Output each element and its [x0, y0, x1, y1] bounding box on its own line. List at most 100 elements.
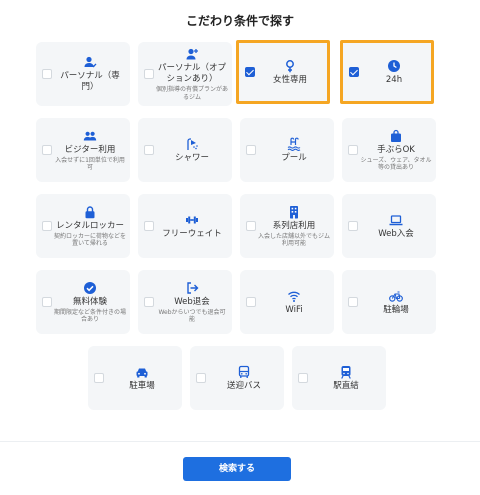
- checkbox-shuttle[interactable]: [196, 373, 206, 383]
- card-description: 個別指導の有償プランがあるジム: [156, 86, 229, 101]
- card-content: フリーウェイト: [156, 194, 228, 258]
- card-content: 系列店利用 入会した店舗以外でもジム利用可能: [258, 194, 330, 258]
- checkbox-web-join[interactable]: [348, 221, 358, 231]
- checkbox-free-weight[interactable]: [144, 221, 154, 231]
- checkbox-station[interactable]: [298, 373, 308, 383]
- checkbox-personal-exclusive[interactable]: [42, 69, 52, 79]
- female-icon: [283, 59, 297, 73]
- condition-card-personal-option[interactable]: パーソナル（オプションあり） 個別指導の有償プランがあるジム: [138, 42, 232, 106]
- condition-card-shuttle[interactable]: 送迎バス: [190, 346, 284, 410]
- card-content: シャワー: [156, 118, 228, 182]
- checkbox-empty-handed[interactable]: [348, 145, 358, 155]
- bag-icon: [389, 129, 403, 143]
- lock-icon: [83, 205, 97, 219]
- card-label: フリーウェイト: [162, 228, 222, 239]
- condition-card-web-cancel[interactable]: Web退会 Webからいつでも退会可能: [138, 270, 232, 334]
- dumbbell-icon: [185, 213, 199, 227]
- car-icon: [135, 365, 149, 379]
- bus-icon: [237, 365, 251, 379]
- checkbox-web-cancel[interactable]: [144, 297, 154, 307]
- person-check-icon: [83, 55, 97, 69]
- card-label: 女性専用: [272, 74, 307, 85]
- card-label: WiFi: [285, 304, 303, 315]
- condition-card-wifi[interactable]: WiFi: [240, 270, 334, 334]
- card-content: 駐輪場: [360, 270, 432, 334]
- checkbox-affiliate[interactable]: [246, 221, 256, 231]
- condition-card-women-only[interactable]: 女性専用: [236, 40, 330, 104]
- checkbox-shower[interactable]: [144, 145, 154, 155]
- laptop-icon: [389, 213, 403, 227]
- card-content: Web入会: [360, 194, 432, 258]
- card-label: 系列店利用: [272, 220, 316, 231]
- card-content: 送迎バス: [208, 346, 280, 410]
- card-description: 入会せずに1回単位で利用可: [55, 156, 125, 172]
- bicycle-icon: [389, 289, 403, 303]
- condition-card-personal-exclusive[interactable]: パーソナル（専門）: [36, 42, 130, 106]
- checkbox-parking[interactable]: [94, 373, 104, 383]
- group-icon: [83, 129, 97, 143]
- card-content: パーソナル（オプションあり） 個別指導の有償プランがあるジム: [156, 42, 228, 106]
- checkbox-free-trial[interactable]: [42, 297, 52, 307]
- card-content: Web退会 Webからいつでも退会可能: [156, 270, 228, 334]
- card-content: プール: [258, 118, 330, 182]
- card-content: 駐車場: [106, 346, 178, 410]
- card-label: シャワー: [174, 152, 209, 163]
- condition-card-station[interactable]: 駅直結: [292, 346, 386, 410]
- card-label: 駐車場: [129, 380, 155, 391]
- checkbox-bike-parking[interactable]: [348, 297, 358, 307]
- card-description: 契約ロッカーに荷物などを置いて帰れる: [54, 232, 127, 248]
- card-label: 送迎バス: [226, 380, 261, 391]
- checkbox-wifi[interactable]: [246, 297, 256, 307]
- checkbox-visitor[interactable]: [42, 145, 52, 155]
- pool-icon: [287, 137, 301, 151]
- wifi-icon: [287, 289, 301, 303]
- condition-card-visitor[interactable]: ビジター利用 入会せずに1回単位で利用可: [36, 118, 130, 182]
- card-content: WiFi: [258, 270, 330, 334]
- clock-icon: [387, 59, 401, 73]
- card-label: Web入会: [378, 228, 414, 239]
- building-icon: [287, 205, 301, 219]
- card-content: 手ぶらOK シューズ、ウェア、タオル等の貸出あり: [360, 118, 432, 182]
- condition-card-24h[interactable]: 24h: [340, 40, 434, 104]
- condition-card-free-trial[interactable]: 無料体験 期間限定など条件付きの場合あり: [36, 270, 130, 334]
- card-label: 24h: [385, 74, 403, 85]
- condition-card-affiliate[interactable]: 系列店利用 入会した店舗以外でもジム利用可能: [240, 194, 334, 258]
- card-content: 駅直結: [310, 346, 382, 410]
- page-title: こだわり条件で探す: [185, 14, 294, 28]
- condition-card-web-join[interactable]: Web入会: [342, 194, 436, 258]
- condition-card-bike-parking[interactable]: 駐輪場: [342, 270, 436, 334]
- card-label: 駅直結: [333, 380, 359, 391]
- card-label: ビジター利用: [64, 144, 116, 155]
- checkbox-24h[interactable]: [349, 67, 359, 77]
- card-content: レンタルロッカー 契約ロッカーに荷物などを置いて帰れる: [54, 194, 126, 258]
- card-description: シューズ、ウェア、タオル等の貸出あり: [360, 156, 432, 172]
- check-circle-icon: [83, 281, 97, 295]
- condition-card-parking[interactable]: 駐車場: [88, 346, 182, 410]
- search-button[interactable]: 検索する: [183, 457, 291, 481]
- card-label: 駐輪場: [383, 304, 409, 315]
- card-content: パーソナル（専門）: [54, 42, 126, 106]
- shower-icon: [185, 137, 199, 151]
- train-icon: [339, 365, 353, 379]
- checkbox-personal-option[interactable]: [144, 69, 154, 79]
- card-label: 手ぶらOK: [377, 144, 415, 155]
- logout-icon: [185, 281, 199, 295]
- card-label: Web退会: [174, 296, 210, 307]
- card-description: 入会した店舗以外でもジム利用可能: [258, 232, 331, 248]
- condition-card-rental-locker[interactable]: レンタルロッカー 契約ロッカーに荷物などを置いて帰れる: [36, 194, 130, 258]
- footer-divider: [0, 441, 480, 442]
- card-label: 無料体験: [72, 296, 107, 307]
- card-content: ビジター利用 入会せずに1回単位で利用可: [54, 118, 126, 182]
- condition-card-empty-handed[interactable]: 手ぶらOK シューズ、ウェア、タオル等の貸出あり: [342, 118, 436, 182]
- card-label: パーソナル（オプションあり）: [157, 63, 226, 84]
- checkbox-women-only[interactable]: [245, 67, 255, 77]
- condition-card-pool[interactable]: プール: [240, 118, 334, 182]
- card-content: 24h: [361, 43, 427, 101]
- card-label: レンタルロッカー: [55, 220, 124, 231]
- condition-card-shower[interactable]: シャワー: [138, 118, 232, 182]
- checkbox-rental-locker[interactable]: [42, 221, 52, 231]
- checkbox-pool[interactable]: [246, 145, 256, 155]
- condition-card-free-weight[interactable]: フリーウェイト: [138, 194, 232, 258]
- card-content: 女性専用: [257, 43, 323, 101]
- card-description: 期間限定など条件付きの場合あり: [54, 308, 127, 324]
